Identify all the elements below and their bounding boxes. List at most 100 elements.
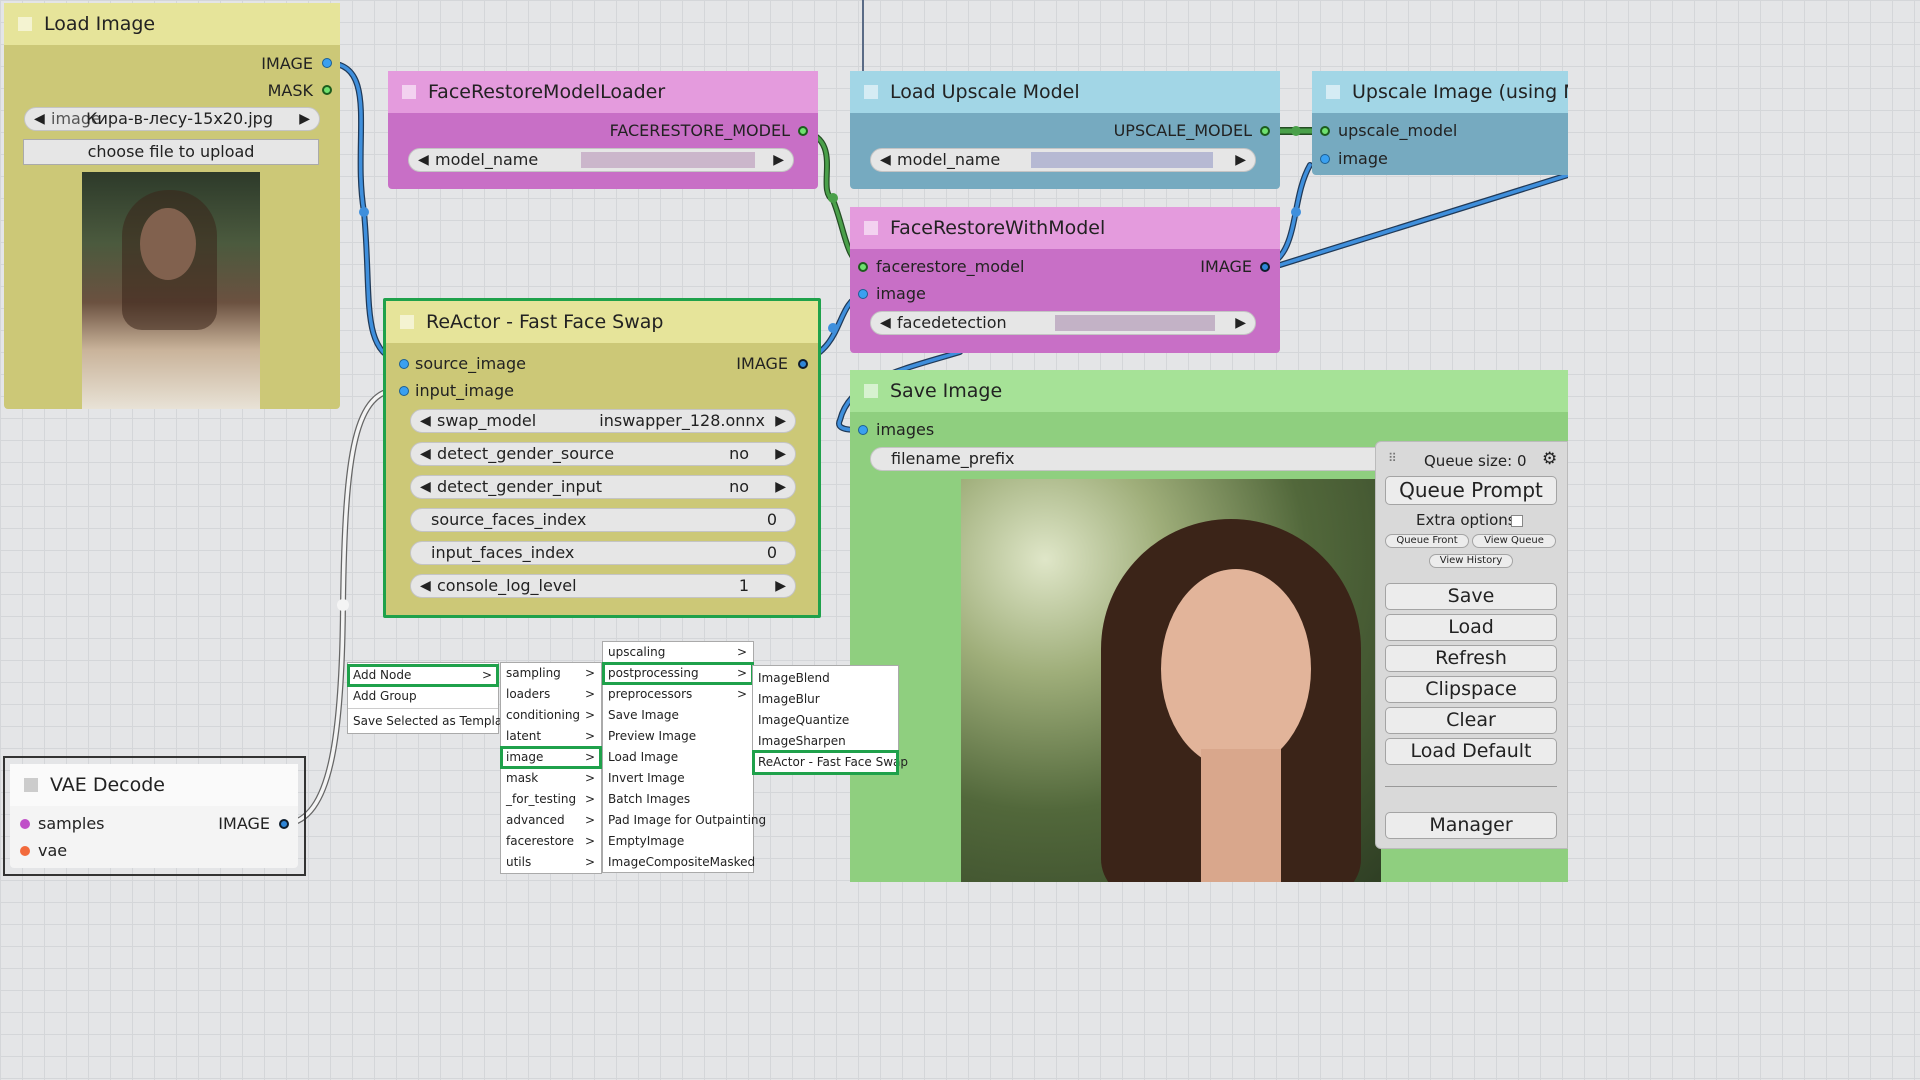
prev-arrow-icon[interactable]: ◀ (880, 149, 891, 171)
prev-arrow-icon[interactable]: ◀ (420, 443, 431, 465)
next-arrow-icon[interactable]: ▶ (775, 410, 786, 432)
output-image-socket[interactable] (1260, 262, 1270, 272)
prev-arrow-icon[interactable]: ◀ (420, 476, 431, 498)
queue-prompt-button[interactable]: Queue Prompt (1385, 476, 1557, 505)
input-upscale-model-socket[interactable] (1320, 126, 1330, 136)
model-name-widget[interactable]: ◀ model_name ▶ (408, 148, 794, 172)
detect-gender-input-widget[interactable]: ◀ detect_gender_input no ▶ (410, 475, 796, 499)
menu-item-image-blend[interactable]: ImageBlend (753, 668, 898, 689)
menu-item-latent[interactable]: latent > (501, 726, 601, 747)
menu-item-invert-image[interactable]: Invert Image (603, 768, 753, 789)
input-model-socket[interactable] (858, 262, 868, 272)
output-mask-socket[interactable] (322, 85, 332, 95)
menu-item-preprocessors[interactable]: preprocessors > (603, 684, 753, 705)
collapse-toggle[interactable] (864, 221, 878, 235)
input-faces-index-widget[interactable]: input_faces_index 0 (410, 541, 796, 565)
swap-model-widget[interactable]: ◀ swap_model inswapper_128.onnx ▶ (410, 409, 796, 433)
prev-arrow-icon[interactable]: ◀ (420, 575, 431, 597)
output-model-socket[interactable] (1260, 126, 1270, 136)
menu-item-advanced[interactable]: advanced > (501, 810, 601, 831)
facedetection-widget[interactable]: ◀ facedetection ▶ (870, 311, 1256, 335)
face-restore-with-model-node[interactable]: FaceRestoreWithModel facerestore_model i… (850, 207, 1280, 353)
menu-item-add-group[interactable]: Add Group (348, 686, 498, 707)
prev-arrow-icon[interactable]: ◀ (418, 149, 429, 171)
menu-item-postprocessing[interactable]: postprocessing > (602, 662, 754, 685)
source-faces-index-widget[interactable]: source_faces_index 0 (410, 508, 796, 532)
manager-button[interactable]: Manager (1385, 812, 1557, 839)
input-image-socket[interactable] (1320, 154, 1330, 164)
refresh-button[interactable]: Refresh (1385, 645, 1557, 672)
next-arrow-icon[interactable]: ▶ (775, 575, 786, 597)
prev-arrow-icon[interactable]: ◀ (34, 108, 45, 130)
input-images-socket[interactable] (858, 425, 868, 435)
input-image-socket[interactable] (858, 289, 868, 299)
collapse-toggle[interactable] (1326, 85, 1340, 99)
menu-item-sampling[interactable]: sampling > (501, 663, 601, 684)
menu-item-batch-images[interactable]: Batch Images (603, 789, 753, 810)
prev-arrow-icon[interactable]: ◀ (420, 410, 431, 432)
menu-item-image-composite-masked[interactable]: ImageCompositeMasked (603, 852, 755, 873)
menu-item-conditioning[interactable]: conditioning > (501, 705, 601, 726)
output-image-socket[interactable] (322, 58, 332, 68)
menu-item-loaders[interactable]: loaders > (501, 684, 601, 705)
menu-item-facerestore[interactable]: facerestore > (501, 831, 601, 852)
menu-item-reactor-fast-face-swap[interactable]: ReActor - Fast Face Swap (752, 750, 908, 775)
menu-item-utils[interactable]: utils > (501, 852, 601, 873)
vae-decode-node[interactable]: VAE Decode samples vae IMAGE (10, 764, 298, 868)
menu-item-load-image[interactable]: Load Image (603, 747, 753, 768)
node-title[interactable]: FaceRestoreModelLoader (388, 71, 818, 113)
menu-item-save-template[interactable]: Save Selected as Template (348, 711, 514, 732)
menu-item-upscaling[interactable]: upscaling > (603, 642, 753, 663)
collapse-toggle[interactable] (864, 384, 878, 398)
output-image-socket[interactable] (798, 359, 808, 369)
output-image-socket[interactable] (279, 819, 289, 829)
load-image-node[interactable]: Load Image IMAGE MASK ◀ image Кира-в-лес… (4, 3, 340, 409)
view-queue-button[interactable]: View Queue (1472, 534, 1556, 548)
menu-item-add-node[interactable]: Add Node > (347, 664, 499, 687)
node-title[interactable]: Load Upscale Model (850, 71, 1280, 113)
output-model-socket[interactable] (798, 126, 808, 136)
input-samples-socket[interactable] (20, 819, 30, 829)
context-menu-image[interactable]: upscaling > postprocessing > preprocessors… (602, 641, 766, 873)
load-upscale-model-node[interactable]: Load Upscale Model UPSCALE_MODEL ◀ model… (850, 71, 1280, 189)
node-title[interactable]: ReActor - Fast Face Swap (386, 301, 818, 343)
drag-handle-icon[interactable]: ⠿ (1388, 451, 1397, 465)
queue-front-button[interactable]: Queue Front (1385, 534, 1469, 548)
collapse-toggle[interactable] (400, 315, 414, 329)
menu-item-mask[interactable]: mask > (501, 768, 601, 789)
console-log-level-widget[interactable]: ◀ console_log_level 1 ▶ (410, 574, 796, 598)
load-default-button[interactable]: Load Default (1385, 738, 1557, 765)
menu-item-image-blur[interactable]: ImageBlur (753, 689, 898, 710)
input-vae-socket[interactable] (20, 846, 30, 856)
menu-item-image[interactable]: image > (500, 746, 602, 769)
input-source-socket[interactable] (399, 359, 409, 369)
menu-item-preview-image[interactable]: Preview Image (603, 726, 753, 747)
load-button[interactable]: Load (1385, 614, 1557, 641)
detect-gender-source-widget[interactable]: ◀ detect_gender_source no ▶ (410, 442, 796, 466)
menu-item-pad-image[interactable]: Pad Image for Outpainting (603, 810, 766, 831)
filename-prefix-widget[interactable]: filename_prefix (870, 447, 1430, 471)
collapse-toggle[interactable] (18, 17, 32, 31)
menu-item-image-quantize[interactable]: ImageQuantize (753, 710, 898, 731)
node-title[interactable]: Upscale Image (using Mo (1312, 71, 1568, 113)
clipspace-button[interactable]: Clipspace (1385, 676, 1557, 703)
context-menu-postprocessing[interactable]: ImageBlend ImageBlur ImageQuantize Image… (752, 665, 908, 775)
next-arrow-icon[interactable]: ▶ (773, 149, 784, 171)
input-image-socket[interactable] (399, 386, 409, 396)
node-title[interactable]: FaceRestoreWithModel (850, 207, 1280, 249)
menu-item-empty-image[interactable]: EmptyImage (603, 831, 753, 852)
settings-gear-icon[interactable]: ⚙ (1542, 449, 1557, 469)
clear-button[interactable]: Clear (1385, 707, 1557, 734)
node-title[interactable]: Save Image (850, 370, 1568, 412)
load-image-title[interactable]: Load Image (4, 3, 340, 45)
view-history-button[interactable]: View History (1429, 554, 1513, 568)
collapse-toggle[interactable] (24, 778, 38, 792)
image-select-widget[interactable]: ◀ image Кира-в-лесу-15x20.jpg ▶ (24, 107, 320, 131)
prev-arrow-icon[interactable]: ◀ (880, 312, 891, 334)
menu-item-image-sharpen[interactable]: ImageSharpen (753, 731, 898, 752)
save-button[interactable]: Save (1385, 583, 1557, 610)
upload-button[interactable]: choose file to upload (23, 139, 319, 165)
menu-item-for-testing[interactable]: _for_testing > (501, 789, 601, 810)
menu-item-save-image[interactable]: Save Image (603, 705, 753, 726)
face-restore-model-loader-node[interactable]: FaceRestoreModelLoader FACERESTORE_MODEL… (388, 71, 818, 189)
